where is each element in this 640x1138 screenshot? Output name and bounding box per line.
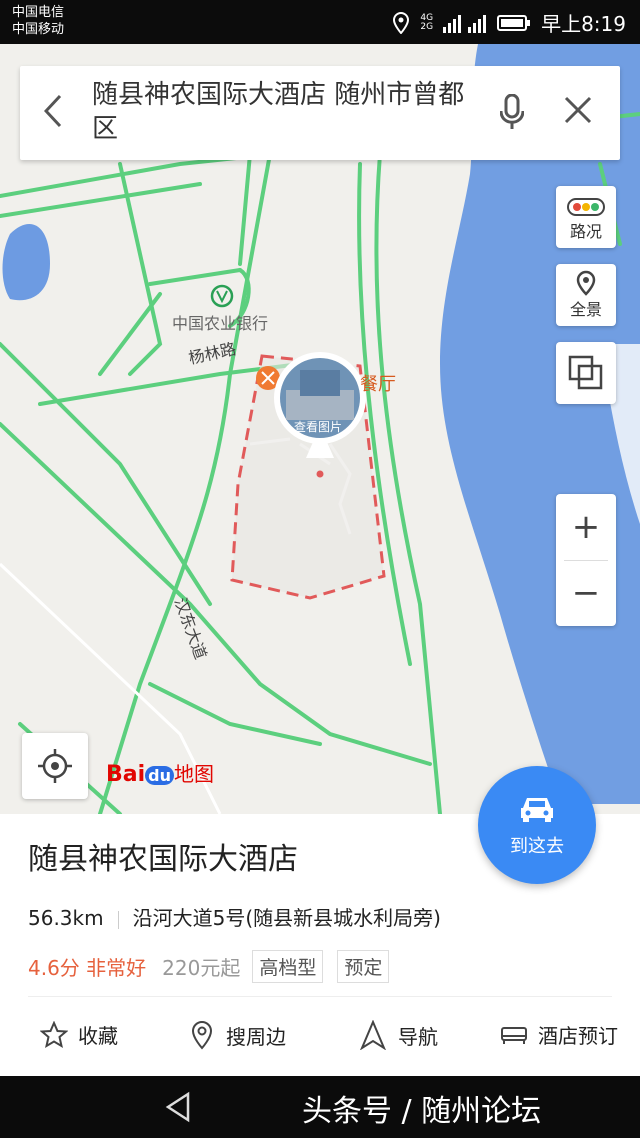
action-bar: 收藏 搜周边 导航 酒店预订 <box>0 1010 640 1066</box>
hotel-booking-label: 酒店预订 <box>538 1024 618 1048</box>
carrier-1: 中国电信 <box>12 5 65 20</box>
tag-grade: 高档型 <box>252 950 324 983</box>
navigate-arrow-icon <box>360 1020 386 1050</box>
panel-divider <box>28 996 612 997</box>
panorama-label: 全景 <box>569 300 602 319</box>
traffic-label: 路况 <box>569 222 602 241</box>
zoom-in-button[interactable]: + <box>556 494 616 560</box>
place-distance: 56.3km <box>28 906 104 930</box>
nearby-pin-icon <box>191 1020 213 1050</box>
zoom-control: + − <box>556 494 616 626</box>
bank-label: 中国农业银行 <box>172 314 269 333</box>
favorite-label: 收藏 <box>78 1024 118 1048</box>
traffic-button[interactable]: 路况 <box>556 186 616 248</box>
layers-button[interactable] <box>556 342 616 404</box>
panorama-pin-icon <box>576 270 596 296</box>
logo-bai: Bai <box>106 762 146 787</box>
logo-du: du <box>145 766 174 785</box>
location-icon <box>393 11 410 34</box>
close-icon[interactable] <box>564 96 592 124</box>
go-here-button[interactable]: 到这去 <box>478 766 596 884</box>
traffic-light-icon <box>567 198 605 216</box>
car-icon <box>521 798 553 822</box>
clock: 早上8:19 <box>541 12 626 36</box>
locate-button[interactable] <box>22 733 88 799</box>
place-info-line: 56.3km 沿河大道5号(随县新县城水利局旁) <box>28 902 441 931</box>
view-photo-label[interactable]: 查看图片 <box>294 418 342 435</box>
nav-back-icon[interactable] <box>164 1091 192 1123</box>
back-icon[interactable] <box>44 94 62 128</box>
star-icon <box>40 1020 68 1048</box>
status-bar: 中国电信 中国移动 4G 2G 早上8:19 <box>0 0 640 44</box>
carrier-2: 中国移动 <box>12 22 65 37</box>
place-meta-row: 4.6分 非常好 220元起 高档型 预定 <box>28 950 403 983</box>
search-query[interactable]: 随县神农国际大酒店 随州市曾都区 <box>92 78 472 146</box>
network-label: 4G 2G <box>420 13 434 32</box>
network-2: 2G <box>420 21 434 32</box>
restaurant-label: 餐厅 <box>360 374 396 395</box>
zoom-out-button[interactable]: − <box>556 560 616 626</box>
signal-icon <box>443 14 487 33</box>
go-here-label: 到这去 <box>510 836 564 857</box>
place-price: 220元起 <box>162 956 241 980</box>
bed-icon <box>501 1026 527 1044</box>
favorite-button[interactable]: 收藏 <box>40 1020 118 1049</box>
carrier-info: 中国电信 中国移动 <box>12 4 64 38</box>
status-right: 4G 2G 早上8:19 <box>392 8 626 37</box>
place-address: 沿河大道5号(随县新县城水利局旁) <box>132 906 441 930</box>
watermark: 头条号 / 随州论坛 <box>302 1094 542 1129</box>
nearby-label: 搜周边 <box>226 1024 286 1049</box>
baidu-map-logo: Bai du 地图 <box>106 758 214 787</box>
hotel-booking-button[interactable]: 酒店预订 <box>500 1020 618 1049</box>
logo-ditu: 地图 <box>174 762 214 786</box>
battery-icon <box>497 14 531 31</box>
tag-booking[interactable]: 预定 <box>337 950 390 983</box>
locate-icon <box>38 749 72 783</box>
panorama-button[interactable]: 全景 <box>556 264 616 326</box>
info-separator <box>117 910 119 929</box>
microphone-icon[interactable] <box>500 94 524 130</box>
place-name: 随县神农国际大酒店 <box>28 842 298 877</box>
navigate-button[interactable]: 导航 <box>360 1020 438 1050</box>
nearby-button[interactable]: 搜周边 <box>190 1020 286 1050</box>
search-bar[interactable]: 随县神农国际大酒店 随州市曾都区 <box>20 66 620 160</box>
place-rating: 4.6分 非常好 <box>28 956 147 980</box>
layers-icon <box>568 355 603 390</box>
navigate-label: 导航 <box>398 1024 438 1049</box>
